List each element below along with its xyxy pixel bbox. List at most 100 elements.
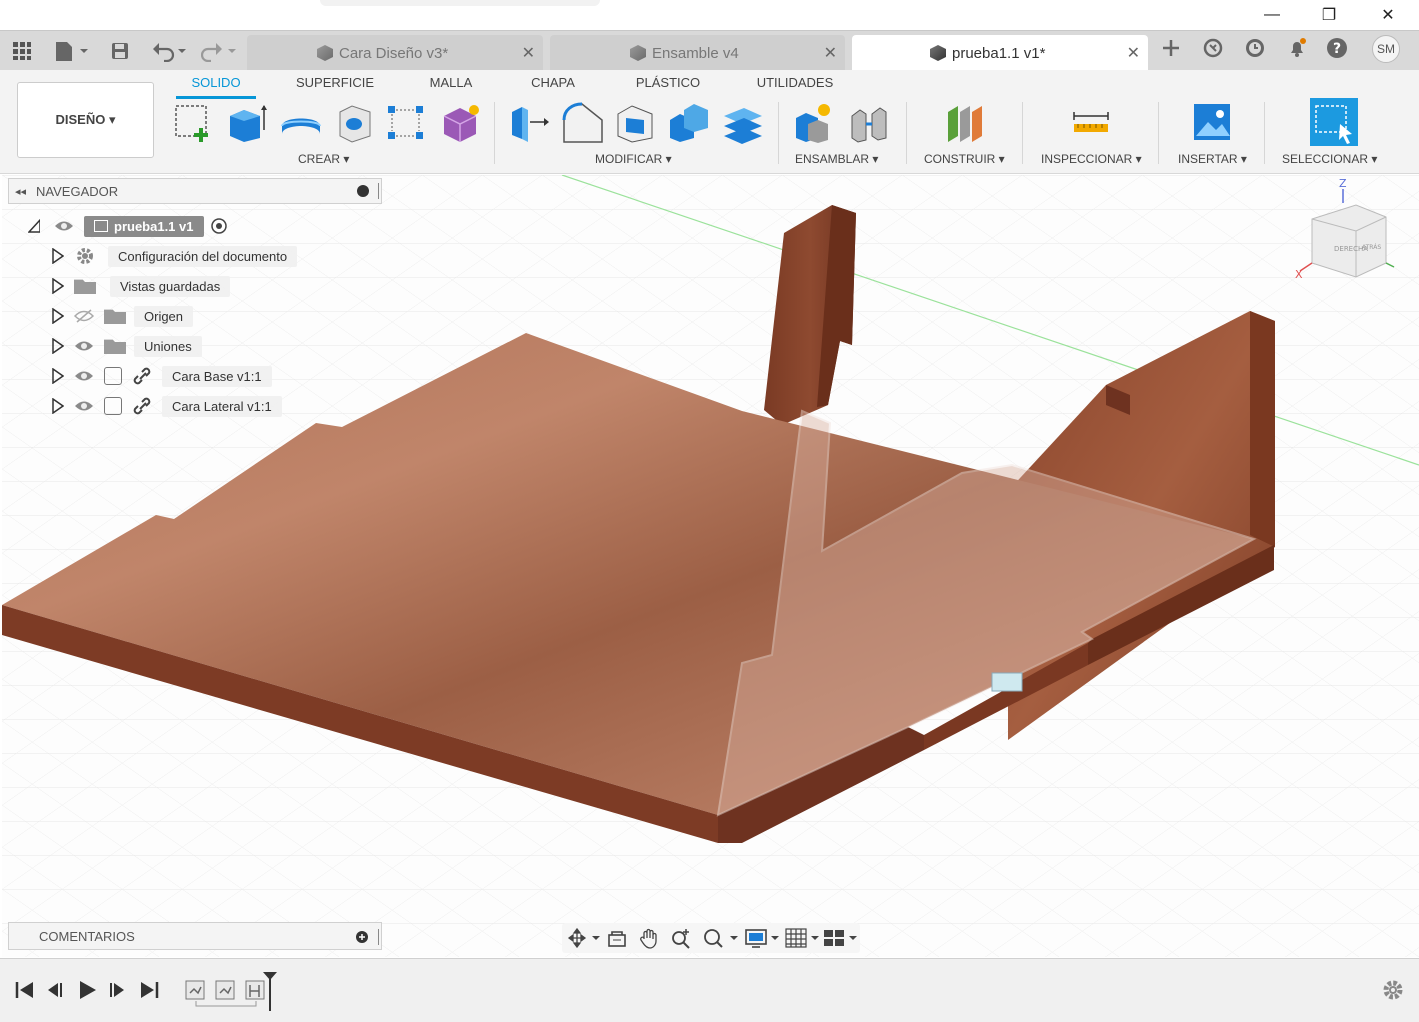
- play-icon[interactable]: [76, 979, 98, 1001]
- minimize-button[interactable]: —: [1249, 0, 1295, 30]
- inspect-group-label[interactable]: INSPECCIONAR ▾: [1041, 152, 1142, 166]
- expand-triangle-icon[interactable]: [52, 248, 64, 264]
- timeline-feature-icon[interactable]: [214, 979, 236, 1001]
- expand-triangle-icon[interactable]: [52, 398, 64, 414]
- workspace-switcher[interactable]: DISEÑO ▾: [17, 82, 154, 158]
- navigator-title: NAVEGADOR: [36, 183, 119, 199]
- tab-chapa[interactable]: CHAPA: [522, 75, 584, 97]
- create-group-label[interactable]: CREAR ▾: [298, 152, 349, 166]
- pattern-icon[interactable]: [386, 102, 428, 144]
- tab-ensamble[interactable]: Ensamble v4 ✕: [550, 35, 845, 71]
- pan-hand-icon[interactable]: [638, 927, 660, 949]
- tree-item-saved-views[interactable]: Vistas guardadas: [52, 273, 231, 299]
- combine-icon[interactable]: [668, 102, 710, 144]
- new-component-icon[interactable]: [794, 102, 836, 144]
- help-icon[interactable]: ?: [1324, 35, 1350, 61]
- tab-close-icon[interactable]: ✕: [522, 43, 535, 63]
- close-window-button[interactable]: ✕: [1365, 0, 1411, 30]
- form-icon[interactable]: [440, 102, 482, 144]
- timeline-settings-gear-icon[interactable]: [1381, 978, 1405, 1002]
- offset-face-icon[interactable]: [722, 102, 764, 144]
- visibility-eye-icon[interactable]: [74, 369, 94, 383]
- shell-icon[interactable]: [614, 102, 656, 144]
- tab-malla[interactable]: MALLA: [420, 75, 482, 97]
- go-to-start-icon[interactable]: [14, 979, 36, 1001]
- hidden-eye-icon[interactable]: [74, 309, 94, 323]
- tree-item-label: Cara Base v1:1: [162, 365, 272, 387]
- step-forward-icon[interactable]: [106, 979, 128, 1001]
- timeline-marker[interactable]: [262, 971, 278, 1011]
- grid-settings-icon[interactable]: [784, 927, 820, 949]
- visibility-eye-icon[interactable]: [54, 219, 74, 233]
- visibility-eye-icon[interactable]: [74, 399, 94, 413]
- press-pull-icon[interactable]: [508, 102, 550, 144]
- select-group-label[interactable]: SELECCIONAR ▾: [1282, 152, 1377, 166]
- minimize-panel-icon[interactable]: [357, 185, 369, 197]
- user-avatar[interactable]: SM: [1372, 35, 1400, 63]
- assemble-group-label[interactable]: ENSAMBLAR ▾: [795, 152, 878, 166]
- notifications-icon[interactable]: [1284, 35, 1310, 61]
- insert-image-icon[interactable]: [1192, 102, 1234, 144]
- tree-item-document-settings[interactable]: Configuración del documento: [52, 243, 298, 269]
- component-cube-icon: [630, 45, 646, 61]
- timeline-feature-icon[interactable]: [184, 979, 206, 1001]
- panel-grip[interactable]: [378, 183, 379, 199]
- activate-radio-icon[interactable]: [210, 217, 228, 235]
- expand-triangle-icon[interactable]: [52, 368, 64, 384]
- expand-triangle-icon[interactable]: [52, 338, 64, 354]
- revolve-icon[interactable]: [280, 102, 322, 144]
- measure-icon[interactable]: [1070, 102, 1112, 144]
- viewports-icon[interactable]: [822, 927, 858, 949]
- display-settings-icon[interactable]: [744, 927, 780, 949]
- look-at-icon[interactable]: [606, 927, 628, 949]
- offset-plane-icon[interactable]: [944, 102, 986, 144]
- file-menu-icon[interactable]: [52, 39, 92, 63]
- fit-zoom-icon[interactable]: [702, 927, 738, 949]
- tree-item-joints[interactable]: Uniones: [52, 333, 202, 359]
- tree-item-cara-base[interactable]: Cara Base v1:1: [52, 363, 272, 389]
- select-icon[interactable]: [1310, 98, 1358, 146]
- collapse-triangle-icon[interactable]: [28, 218, 40, 234]
- construct-group-label[interactable]: CONSTRUIR ▾: [924, 152, 1005, 166]
- add-comment-icon[interactable]: [355, 930, 369, 944]
- tab-utilidades[interactable]: UTILIDADES: [752, 75, 838, 97]
- joint-icon[interactable]: [848, 102, 890, 144]
- tab-prueba[interactable]: prueba1.1 v1* ✕: [852, 35, 1148, 71]
- zoom-icon[interactable]: [670, 927, 692, 949]
- tab-close-icon[interactable]: ✕: [824, 43, 837, 63]
- redo-icon[interactable]: [200, 39, 240, 63]
- tab-solido[interactable]: SOLIDO: [180, 75, 252, 97]
- modify-group-label[interactable]: MODIFICAR ▾: [595, 152, 672, 166]
- extensions-icon[interactable]: [1200, 35, 1226, 61]
- hole-icon[interactable]: [334, 102, 376, 144]
- go-to-end-icon[interactable]: [138, 979, 160, 1001]
- navigator-header[interactable]: ◂◂ NAVEGADOR: [8, 178, 382, 204]
- comments-header[interactable]: COMENTARIOS: [8, 922, 382, 950]
- collapse-panel-icon[interactable]: ◂◂: [15, 185, 26, 198]
- tab-superficie[interactable]: SUPERFICIE: [294, 75, 376, 97]
- joint-glyph[interactable]: [991, 672, 1023, 692]
- insert-group-label[interactable]: INSERTAR ▾: [1178, 152, 1247, 166]
- tree-item-origin[interactable]: Origen: [52, 303, 194, 329]
- extrude-icon[interactable]: [226, 102, 268, 144]
- job-status-icon[interactable]: [1242, 35, 1268, 61]
- new-tab-icon[interactable]: [1158, 35, 1184, 61]
- save-icon[interactable]: [108, 39, 132, 63]
- expand-triangle-icon[interactable]: [52, 308, 64, 324]
- fillet-icon[interactable]: [562, 102, 604, 144]
- app-grid-icon[interactable]: [10, 39, 34, 63]
- tab-plastico[interactable]: PLÁSTICO: [628, 75, 708, 97]
- orbit-icon[interactable]: [566, 927, 600, 949]
- undo-icon[interactable]: [150, 39, 190, 63]
- tree-root[interactable]: prueba1.1 v1: [28, 213, 228, 239]
- step-back-icon[interactable]: [44, 979, 66, 1001]
- visibility-eye-icon[interactable]: [74, 339, 94, 353]
- expand-triangle-icon[interactable]: [52, 278, 64, 294]
- maximize-button[interactable]: ❐: [1306, 0, 1352, 30]
- tab-close-icon[interactable]: ✕: [1127, 43, 1140, 63]
- tab-cara-diseno[interactable]: Cara Diseño v3* ✕: [247, 35, 543, 71]
- panel-grip[interactable]: [378, 929, 379, 945]
- tree-item-cara-lateral[interactable]: Cara Lateral v1:1: [52, 393, 282, 419]
- create-sketch-icon[interactable]: [172, 102, 214, 144]
- svg-text:?: ?: [1333, 41, 1341, 57]
